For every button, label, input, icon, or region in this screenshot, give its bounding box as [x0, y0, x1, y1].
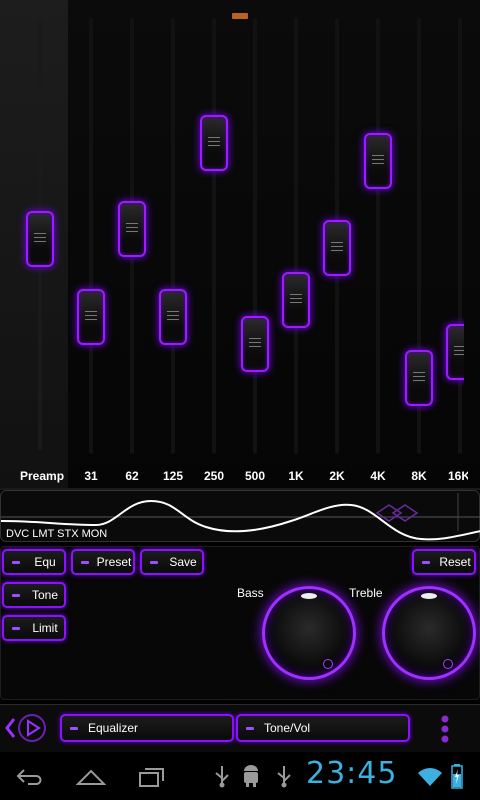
wifi-icon	[418, 768, 442, 786]
dial-highlight	[421, 593, 437, 599]
band-label-preamp: Preamp	[20, 469, 65, 483]
toggle-indicator-icon	[70, 726, 78, 730]
bass-dial[interactable]	[262, 586, 356, 680]
android-debug-icon	[244, 765, 258, 787]
equ-button[interactable]: Equ	[2, 549, 66, 575]
dial-position-dot	[443, 659, 453, 669]
toggle-indicator-icon	[81, 560, 89, 564]
battery-charging-icon	[451, 764, 463, 789]
band-label-2k: 2K	[329, 469, 345, 483]
toggle-indicator-icon	[150, 560, 158, 564]
home-icon[interactable]	[76, 768, 106, 786]
curve-nav-arrows-icon[interactable]	[375, 504, 419, 522]
band-label-250: 250	[203, 469, 225, 483]
usb-icon	[215, 766, 229, 788]
toggle-indicator-icon	[246, 726, 254, 730]
band-label-62: 62	[125, 469, 139, 483]
recent-apps-icon[interactable]	[138, 766, 166, 788]
band-label-4k: 4K	[370, 469, 386, 483]
save-button[interactable]: Save	[140, 549, 204, 575]
band-label-125: 125	[162, 469, 184, 483]
dial-position-dot	[323, 659, 333, 669]
reset-button[interactable]: Reset	[412, 549, 476, 575]
status-clock: 23:45	[306, 756, 398, 791]
band-label-500: 500	[244, 469, 266, 483]
menu-dots-icon[interactable]	[438, 714, 452, 744]
back-icon[interactable]	[16, 766, 44, 788]
toggle-indicator-icon	[422, 560, 430, 564]
toggle-indicator-icon	[12, 626, 20, 630]
dial-highlight	[301, 593, 317, 599]
band-label-16k: 16K	[448, 469, 468, 483]
band-label-31: 31	[84, 469, 98, 483]
toggle-indicator-icon	[12, 560, 20, 564]
usb-icon-2	[277, 766, 291, 788]
treble-label: Treble	[349, 586, 383, 600]
tab-tone-vol[interactable]: Tone/Vol	[236, 714, 410, 742]
limit-button[interactable]: Limit	[2, 615, 66, 641]
band-label-8k: 8K	[411, 469, 427, 483]
tone-button[interactable]: Tone	[2, 582, 66, 608]
bass-label: Bass	[237, 586, 264, 600]
band-labels: Preamp 31 62 125 250 500 1K 2K 4K 8K 16K	[0, 0, 468, 488]
tab-equalizer[interactable]: Equalizer	[60, 714, 234, 742]
treble-dial[interactable]	[382, 586, 476, 680]
band-label-1k: 1K	[288, 469, 304, 483]
preset-button[interactable]: Preset	[71, 549, 135, 575]
mode-status-text: DVC LMT STX MON	[6, 528, 108, 540]
toggle-indicator-icon	[12, 593, 20, 597]
play-icon[interactable]	[4, 711, 48, 745]
